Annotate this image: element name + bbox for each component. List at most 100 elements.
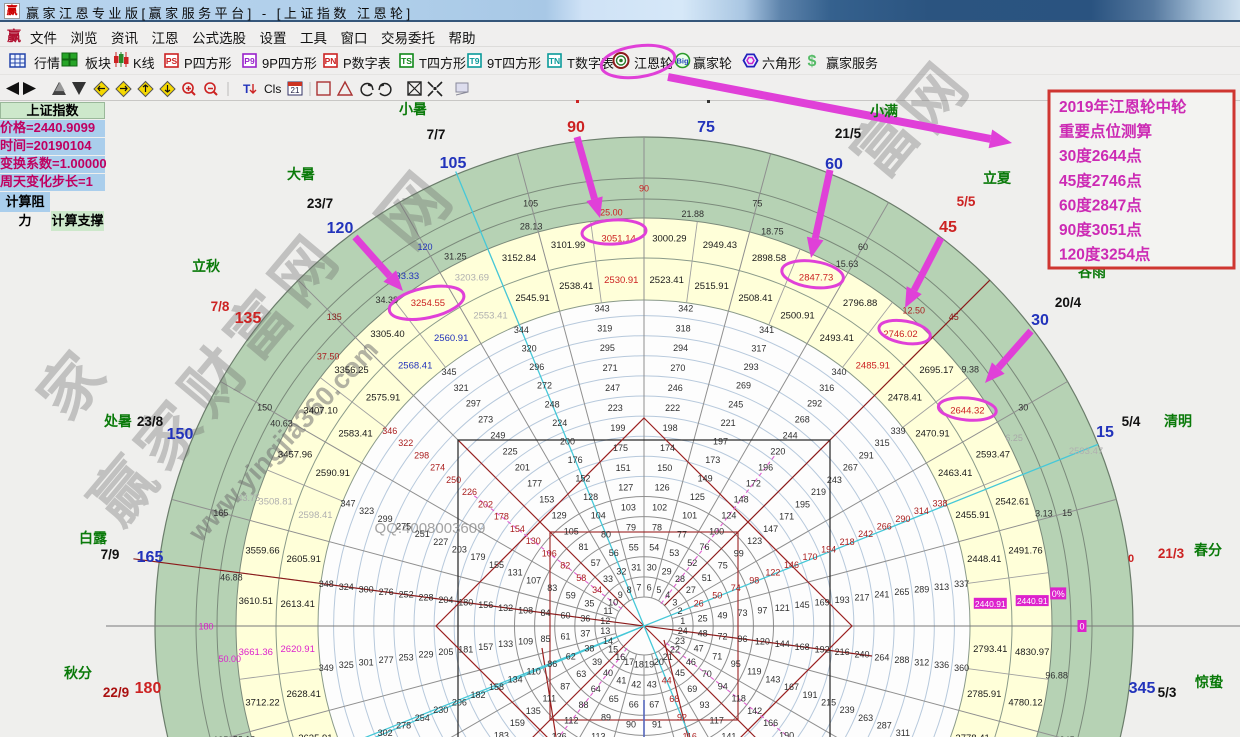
svg-text:45: 45 [949, 312, 959, 322]
svg-text:2644.32: 2644.32 [950, 405, 984, 416]
svg-text:秋分: 秋分 [64, 665, 92, 681]
svg-text:250: 250 [446, 475, 461, 485]
svg-text:32: 32 [616, 566, 626, 576]
svg-text:34.38: 34.38 [376, 295, 399, 305]
svg-text:8: 8 [627, 585, 632, 595]
svg-text:0: 0 [1128, 553, 1134, 565]
svg-text:2530.91: 2530.91 [604, 275, 638, 286]
svg-text:141: 141 [721, 732, 736, 737]
svg-text:31.25: 31.25 [444, 251, 467, 261]
svg-text:20/4: 20/4 [1055, 295, 1082, 310]
svg-text:15.63: 15.63 [836, 259, 859, 269]
svg-text:26: 26 [694, 598, 704, 608]
svg-text:95: 95 [731, 659, 741, 669]
svg-text:269: 269 [736, 381, 751, 391]
svg-text:276: 276 [379, 587, 394, 597]
svg-text:98: 98 [749, 575, 759, 585]
svg-text:266: 266 [877, 522, 892, 532]
svg-text:10: 10 [608, 597, 618, 607]
svg-text:86: 86 [547, 659, 557, 669]
svg-text:180: 180 [198, 622, 213, 632]
svg-text:春分: 春分 [1193, 542, 1222, 558]
svg-text:143: 143 [765, 674, 780, 684]
svg-text:3203.69: 3203.69 [455, 273, 489, 284]
svg-text:120度3254点: 120度3254点 [1059, 245, 1151, 264]
svg-text:345: 345 [441, 367, 456, 377]
svg-text:216: 216 [835, 647, 850, 657]
svg-text:35: 35 [584, 598, 594, 608]
svg-text:275: 275 [396, 522, 411, 532]
svg-text:199: 199 [610, 423, 625, 433]
svg-text:292: 292 [807, 399, 822, 409]
svg-text:129: 129 [552, 510, 567, 520]
svg-text:54: 54 [649, 543, 659, 553]
svg-text:3152.84: 3152.84 [502, 253, 536, 264]
svg-text:288: 288 [894, 655, 909, 665]
svg-text:336: 336 [934, 660, 949, 670]
svg-text:300: 300 [359, 584, 374, 594]
svg-text:224: 224 [552, 418, 567, 428]
svg-text:19: 19 [644, 660, 654, 670]
svg-text:274: 274 [430, 463, 445, 473]
svg-text:117: 117 [710, 716, 724, 726]
svg-text:2515.91: 2515.91 [695, 281, 729, 292]
svg-text:206: 206 [452, 698, 467, 708]
svg-text:127: 127 [618, 483, 633, 493]
svg-text:2598.41: 2598.41 [298, 510, 332, 521]
svg-text:325: 325 [339, 660, 354, 670]
svg-text:317: 317 [751, 344, 766, 354]
svg-text:42: 42 [631, 680, 641, 690]
svg-text:16: 16 [615, 652, 625, 662]
svg-text:190: 190 [779, 730, 794, 737]
svg-text:171: 171 [779, 512, 794, 522]
svg-text:73: 73 [737, 608, 747, 618]
svg-text:198: 198 [663, 423, 678, 433]
svg-text:239: 239 [840, 705, 855, 715]
svg-text:2568.41: 2568.41 [398, 361, 432, 372]
svg-text:301: 301 [359, 658, 374, 668]
svg-text:家: 家 [26, 341, 119, 433]
svg-text:242: 242 [858, 529, 873, 539]
svg-text:118: 118 [732, 694, 746, 704]
svg-text:3407.10: 3407.10 [303, 405, 337, 416]
svg-text:69: 69 [687, 684, 697, 694]
svg-text:195: 195 [795, 499, 810, 509]
svg-text:120: 120 [417, 242, 432, 252]
svg-text:125: 125 [690, 492, 705, 502]
svg-text:2613.41: 2613.41 [281, 599, 315, 610]
svg-text:337: 337 [954, 579, 969, 589]
svg-text:3661.36: 3661.36 [239, 647, 273, 658]
svg-text:78: 78 [652, 523, 662, 533]
svg-text:65: 65 [609, 694, 619, 704]
svg-text:240: 240 [854, 650, 869, 660]
svg-text:264: 264 [874, 652, 889, 662]
svg-text:22/9: 22/9 [103, 685, 129, 700]
svg-text:2796.88: 2796.88 [843, 298, 877, 309]
svg-text:小暑: 小暑 [399, 101, 427, 117]
svg-text:168: 168 [795, 642, 810, 652]
svg-text:15: 15 [1096, 424, 1114, 441]
svg-text:294: 294 [673, 343, 688, 353]
svg-text:30: 30 [1018, 403, 1028, 413]
svg-text:2620.91: 2620.91 [281, 644, 315, 655]
svg-text:5: 5 [656, 585, 661, 595]
svg-text:149: 149 [698, 474, 713, 484]
svg-text:23/7: 23/7 [307, 196, 333, 211]
svg-text:网: 网 [363, 161, 465, 262]
svg-text:123: 123 [747, 536, 762, 546]
svg-text:248: 248 [545, 399, 560, 409]
svg-text:75: 75 [697, 119, 715, 136]
svg-text:62: 62 [566, 651, 576, 661]
svg-text:5/5: 5/5 [957, 194, 976, 209]
svg-text:67: 67 [649, 700, 659, 710]
svg-text:3051.14: 3051.14 [601, 233, 635, 244]
svg-text:0%: 0% [1052, 589, 1065, 599]
svg-text:14: 14 [603, 636, 613, 646]
svg-text:342: 342 [678, 303, 693, 313]
svg-text:142: 142 [747, 706, 762, 716]
svg-text:2785.91: 2785.91 [967, 689, 1001, 700]
svg-text:3101.99: 3101.99 [551, 240, 585, 251]
svg-text:71: 71 [712, 651, 722, 661]
svg-text:25: 25 [698, 613, 708, 623]
svg-text:63: 63 [576, 669, 586, 679]
